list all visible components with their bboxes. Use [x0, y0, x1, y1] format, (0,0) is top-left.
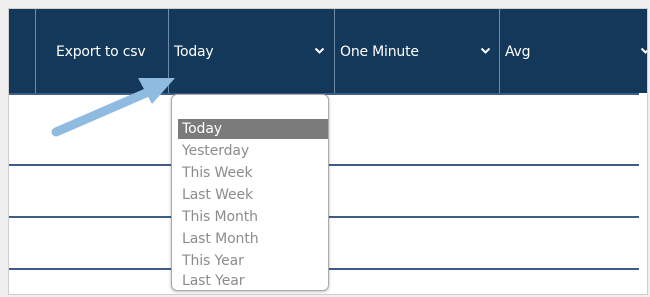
chevron-down-icon[interactable]: [480, 47, 491, 55]
toolbar-separator: [168, 9, 169, 93]
dropdown-option-today[interactable]: Today: [178, 119, 328, 139]
dropdown-option-last-week[interactable]: Last Week: [178, 185, 328, 205]
dropdown-option-this-week[interactable]: This Week: [178, 163, 328, 183]
date-range-select[interactable]: Today: [174, 44, 214, 60]
toolbar-separator: [499, 9, 500, 93]
screenshot-frame: Export to csv Today One Minute Avg Today…: [8, 8, 648, 295]
aggregate-select[interactable]: Avg: [505, 44, 531, 60]
dropdown-option-yesterday[interactable]: Yesterday: [178, 141, 328, 161]
interval-select[interactable]: One Minute: [340, 44, 419, 60]
chevron-down-icon[interactable]: [314, 47, 325, 55]
dropdown-option-this-month[interactable]: This Month: [178, 207, 328, 227]
export-to-csv-button[interactable]: Export to csv: [56, 44, 146, 60]
dropdown-option-this-year[interactable]: This Year: [178, 251, 328, 271]
toolbar-separator: [334, 9, 335, 93]
date-range-dropdown[interactable]: Today Yesterday This Week Last Week This…: [171, 94, 329, 291]
dropdown-option-last-year[interactable]: Last Year: [178, 271, 328, 290]
chevron-down-icon[interactable]: [640, 47, 648, 55]
toolbar-separator: [35, 9, 36, 93]
toolbar: Export to csv Today One Minute Avg: [9, 9, 647, 93]
dropdown-option-last-month[interactable]: Last Month: [178, 229, 328, 249]
